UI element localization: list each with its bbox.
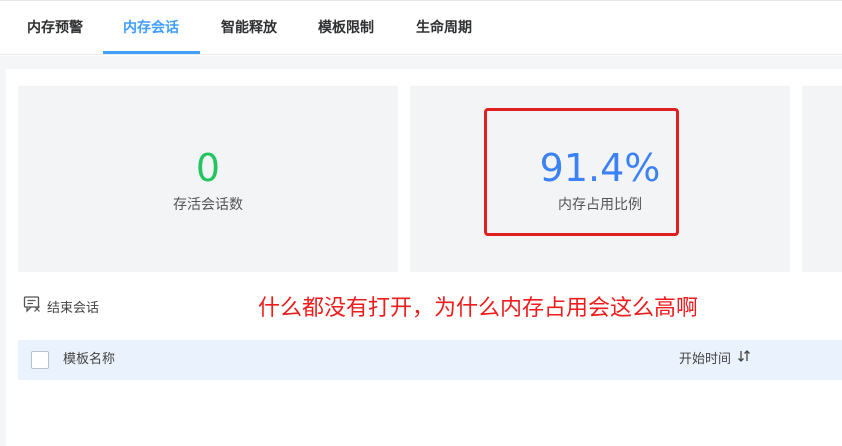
column-header-template-name: 模板名称 <box>63 352 116 367</box>
start-time-label: 开始时间 <box>679 352 732 367</box>
sessions-count-value: 0 <box>195 146 221 190</box>
tab-bar: 内存预警 内存会话 智能释放 模板限制 生命周期 <box>0 1 842 55</box>
end-session-icon <box>23 295 41 317</box>
table-header: 模板名称 开始时间 <box>18 340 842 380</box>
end-session-button[interactable]: 结束会话 <box>23 296 99 316</box>
active-tab-indicator <box>103 51 200 54</box>
tab-lifecycle[interactable]: 生命周期 <box>413 1 475 54</box>
column-header-start-time[interactable]: 开始时间 <box>679 340 751 380</box>
stat-card-sessions: 0 存活会话数 <box>18 86 398 272</box>
highlight-box <box>484 108 679 236</box>
tab-memory-session[interactable]: 内存会话 <box>120 1 182 54</box>
tab-smart-release[interactable]: 智能释放 <box>218 1 280 54</box>
stat-card-partial <box>802 86 842 272</box>
tab-memory-warning[interactable]: 内存预警 <box>24 1 86 54</box>
sort-icon[interactable] <box>737 340 751 380</box>
sessions-count-label: 存活会话数 <box>173 197 243 213</box>
tab-template-limit[interactable]: 模板限制 <box>315 1 377 54</box>
annotation-text: 什么都没有打开，为什么内存占用会这么高啊 <box>258 296 699 321</box>
select-all-checkbox[interactable] <box>31 351 49 369</box>
end-session-label: 结束会话 <box>47 300 100 316</box>
